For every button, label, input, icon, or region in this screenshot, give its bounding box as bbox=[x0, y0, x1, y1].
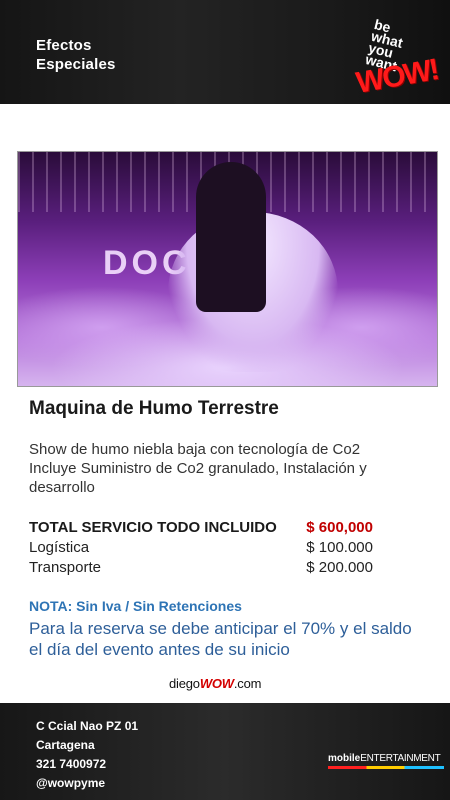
photo-couple bbox=[196, 162, 266, 312]
price-value: $ 200.000 bbox=[306, 559, 373, 576]
price-row-transporte: Transporte $ 200.000 bbox=[29, 558, 389, 578]
price-label: Logística bbox=[29, 539, 90, 556]
sponsor-colorbar bbox=[328, 766, 444, 769]
price-value: $ 100.000 bbox=[306, 539, 373, 556]
product-title: Maquina de Humo Terrestre bbox=[29, 398, 279, 419]
brand-prefix: diego bbox=[169, 676, 200, 691]
brand-suffix: .com bbox=[233, 676, 262, 691]
reservation-line-2: el día del evento antes de su inicio bbox=[29, 640, 290, 659]
page-title: Efectos Especiales bbox=[36, 36, 116, 74]
desc-line-2: Incluye Suministro de Co2 granulado, Ins… bbox=[29, 460, 367, 477]
reservation-line-1: Para la reserva se debe anticipar el 70%… bbox=[29, 619, 412, 638]
price-label: Transporte bbox=[29, 559, 101, 576]
reservation-note: Para la reserva se debe anticipar el 70%… bbox=[29, 618, 439, 660]
sponsor-bold: mobile bbox=[328, 753, 361, 764]
wow-logo: be what you want WOW! bbox=[352, 14, 444, 100]
price-value: $ 600,000 bbox=[306, 519, 373, 536]
price-row-logistica: Logística $ 100.000 bbox=[29, 538, 389, 558]
tax-note: NOTA: Sin Iva / Sin Retenciones bbox=[29, 598, 242, 614]
price-row-total: TOTAL SERVICIO TODO INCLUIDO $ 600,000 bbox=[29, 518, 389, 538]
title-line-2: Especiales bbox=[36, 56, 116, 73]
desc-line-1: Show de humo niebla baja con tecnología … bbox=[29, 441, 361, 458]
sponsor-rest: ENTERTAINMENT bbox=[360, 753, 441, 764]
price-list: TOTAL SERVICIO TODO INCLUIDO $ 600,000 L… bbox=[29, 518, 389, 578]
product-description: Show de humo niebla baja con tecnología … bbox=[29, 440, 429, 497]
phone[interactable]: 321 7400972 bbox=[36, 755, 138, 774]
footer-bar: C Ccial Nao PZ 01 Cartagena 321 7400972 … bbox=[0, 703, 450, 800]
header-bar: Efectos Especiales be what you want WOW! bbox=[0, 0, 450, 104]
city: Cartagena bbox=[36, 738, 95, 752]
price-label: TOTAL SERVICIO TODO INCLUIDO bbox=[29, 519, 277, 536]
social-handle[interactable]: @wowpyme bbox=[36, 774, 138, 793]
event-photo: DOCE bbox=[17, 151, 438, 387]
desc-line-3: desarrollo bbox=[29, 479, 95, 496]
contact-info: C Ccial Nao PZ 01 Cartagena 321 7400972 … bbox=[36, 717, 138, 793]
sponsor-logo: mobileENTERTAINMENT bbox=[328, 753, 448, 769]
title-line-1: Efectos bbox=[36, 37, 92, 54]
address: C Ccial Nao PZ 01 bbox=[36, 719, 139, 733]
brand-link[interactable]: diegoWOW.com bbox=[169, 676, 261, 691]
brand-wow: WOW bbox=[199, 676, 234, 691]
